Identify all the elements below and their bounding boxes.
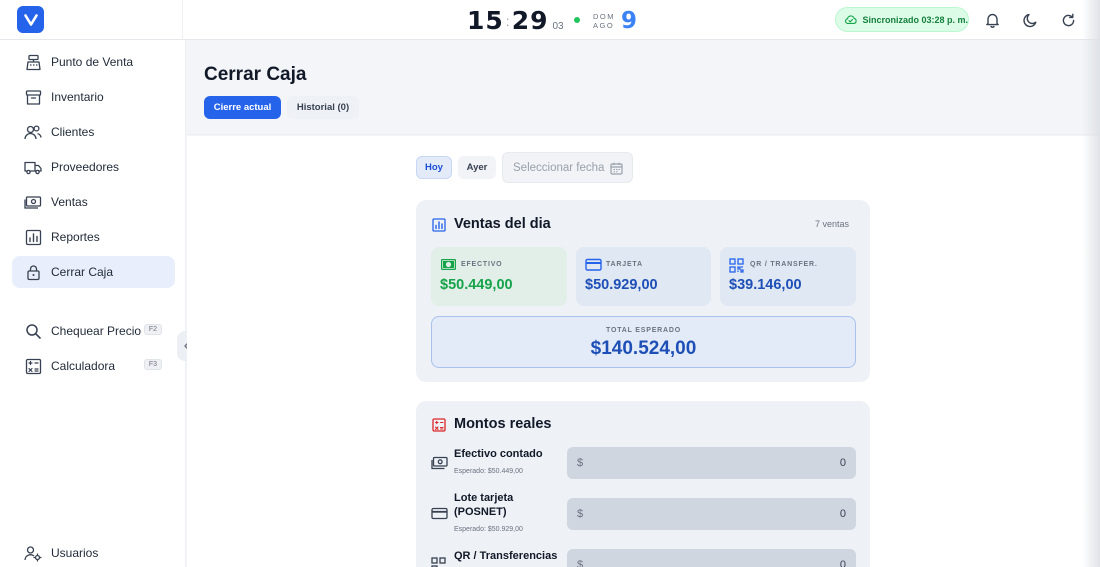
date-month: AGO [593,21,615,30]
cash-sales-value: $50.449,00 [440,277,513,293]
page-title: Cerrar Caja [204,64,307,85]
clock-seconds: 03 [552,20,564,32]
sidebar-item-label: Ventas [51,195,88,209]
cash-counted-label: Efectivo contado [454,448,543,460]
scroll-edge-shadow [1082,0,1100,567]
card-sales-label: TARJETA [606,261,643,268]
calendar-icon [610,162,623,175]
sidebar-item-label: Reportes [51,230,100,244]
qr-code-icon [431,557,446,567]
sidebar-item-reportes[interactable]: Reportes [12,221,175,253]
sales-card-title: Ventas del dia [454,216,551,232]
shortcut-badge: F2 [143,324,162,335]
calculator-icon [432,418,446,432]
refresh-button[interactable] [1059,11,1077,29]
sidebar-item-proveedores[interactable]: Proveedores [12,151,175,183]
date-placeholder: Seleccionar fecha [513,161,605,174]
date-dow: DOM [593,12,615,21]
refresh-icon [1062,13,1074,26]
qr-sales-value: $39.146,00 [729,277,802,293]
qr-transfers-field[interactable] [583,559,846,567]
truck-icon [24,158,42,176]
qr-transfers-label: QR / Transferencias [454,550,558,562]
expected-total-value: $140.524,00 [590,338,697,359]
shortcut-badge: F3 [143,359,162,370]
credit-card-icon [585,258,602,271]
sidebar-item-label: Clientes [51,125,95,139]
sidebar-item-label: Usuarios [51,546,99,560]
banknote-icon [441,259,456,270]
app-logo[interactable] [17,6,44,33]
sidebar-item-label: Punto de Venta [51,55,134,69]
date-display: DOM AGO 9 [593,9,637,33]
card-batch-field[interactable] [583,508,846,520]
sidebar-tool-calculadora[interactable]: Calculadora F3 [12,350,175,382]
filter-today-button[interactable]: Hoy [416,156,452,179]
card-sales-value: $50.929,00 [585,277,658,293]
logo-v-icon [23,13,38,26]
card-batch-input[interactable]: $ [567,498,856,530]
expected-total-label: TOTAL ESPERADO [606,327,681,334]
cash-counted-input[interactable]: $ [567,447,856,479]
calculator-icon [24,357,42,375]
qr-code-icon [729,258,744,273]
clock-minutes: 29 [511,5,549,35]
clock: 15 : 29 03 [467,4,580,36]
notifications-button[interactable] [983,11,1001,29]
moon-icon [1022,13,1036,27]
topbar-divider [182,0,183,40]
lock-icon [24,263,42,281]
card-sales-card: TARJETA $50.929,00 [576,247,711,306]
users-icon [24,123,42,141]
clock-hours: 15 [467,5,504,35]
actual-card-title: Montos reales [454,416,552,432]
cash-counted-field[interactable] [583,457,846,469]
qr-sales-label: QR / TRANSFER. [750,261,818,268]
banknote-icon [431,456,448,470]
bell-icon [985,13,999,28]
sidebar-item-cerrar-caja[interactable]: Cerrar Caja [12,256,175,288]
sync-status-badge[interactable]: Sincronizado 03:28 p. m. [835,7,969,32]
cloud-check-icon [845,15,857,25]
sync-label: Sincronizado 03:28 p. m. [862,14,968,25]
sidebar-item-label: Chequear Precio [51,324,142,338]
online-dot [573,17,580,23]
tab-historial[interactable]: Historial (0) [287,96,359,119]
users-gear-icon [24,544,42,562]
filter-yesterday-button[interactable]: Ayer [458,156,496,179]
cash-sales-card: EFECTIVO $50.449,00 [431,247,567,306]
cash-sales-label: EFECTIVO [461,261,503,268]
chart-icon [432,218,446,232]
cash-register-icon [24,53,42,71]
expected-total-card: TOTAL ESPERADO $140.524,00 [431,316,856,368]
clock-colon: : [505,13,510,29]
date-picker-input[interactable]: Seleccionar fecha [502,152,633,183]
sidebar-item-usuarios[interactable]: Usuarios [12,537,175,567]
tab-cierre-actual[interactable]: Cierre actual [204,96,281,119]
sidebar-item-label: Cerrar Caja [51,265,114,279]
page-header [187,41,1100,135]
top-bar: 15 : 29 03 DOM AGO 9 Sincronizado 03:28 … [0,0,1100,40]
chart-icon [24,228,42,246]
sidebar-item-ventas[interactable]: Ventas [12,186,175,218]
credit-card-icon [431,507,448,520]
sidebar-tool-chequear-precio[interactable]: Chequear Precio F2 [12,315,175,347]
sidebar-item-label: Inventario [51,90,104,104]
card-batch-label: Lote tarjeta (POSNET) [454,492,514,518]
cash-expected-hint: Esperado: $50.449,00 [454,468,523,475]
sales-count: 7 ventas [815,219,850,229]
card-expected-hint: Esperado: $50.929,00 [454,526,523,533]
sidebar-item-label: Proveedores [51,160,120,174]
archive-box-icon [24,88,42,106]
theme-toggle-button[interactable] [1021,11,1039,29]
qr-sales-card: QR / TRANSFER. $39.146,00 [720,247,856,306]
qr-transfers-input[interactable]: $ [567,549,856,567]
sidebar-item-punto-de-venta[interactable]: Punto de Venta [12,46,175,78]
sidebar-item-inventario[interactable]: Inventario [12,81,175,113]
sidebar-item-clientes[interactable]: Clientes [12,116,175,148]
date-day: 9 [621,8,638,34]
search-icon [24,322,42,340]
sidebar-item-label: Calculadora [51,359,116,373]
banknote-icon [24,193,42,211]
